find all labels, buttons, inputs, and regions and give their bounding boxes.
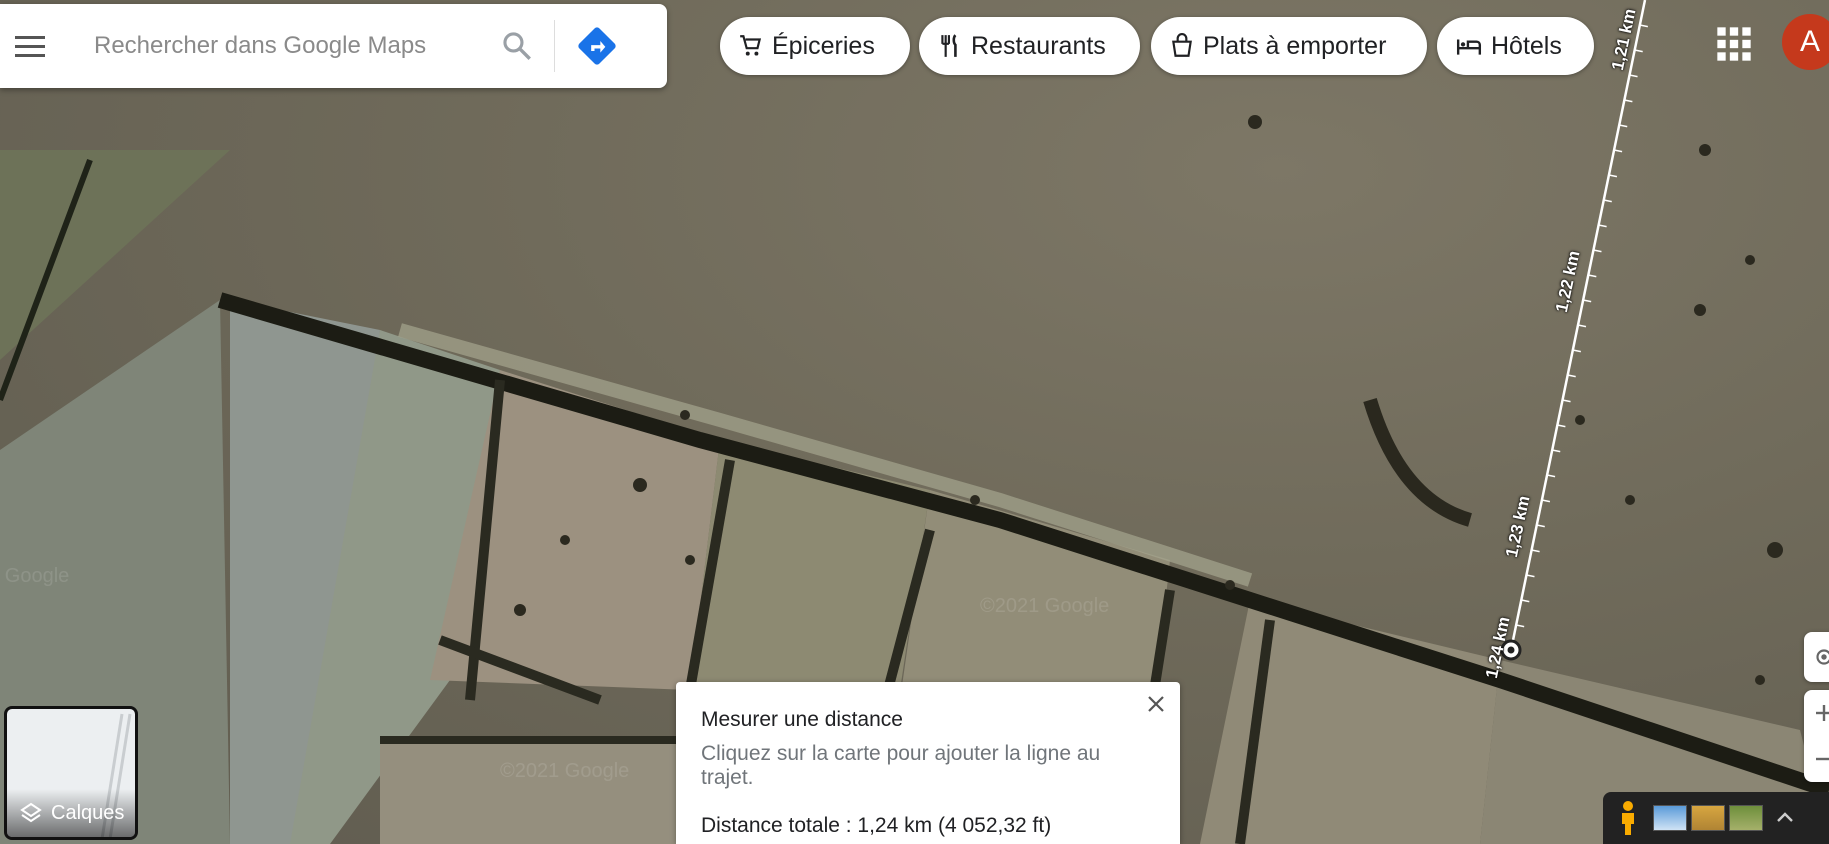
chip-label: Épiceries — [772, 31, 875, 60]
minus-icon — [1816, 757, 1829, 761]
chip-hotels[interactable]: Hôtels — [1437, 17, 1594, 75]
layers-text: Calques — [51, 801, 125, 824]
pegman-icon — [1622, 801, 1634, 835]
chip-label: Hôtels — [1491, 31, 1562, 60]
search-button[interactable] — [486, 4, 548, 88]
hamburger-icon — [15, 36, 45, 57]
map-watermark-1: ©2021 Google — [0, 565, 70, 587]
my-location-button[interactable] — [1804, 632, 1829, 682]
close-button[interactable] — [1140, 688, 1172, 720]
chip-groceries[interactable]: Épiceries — [720, 17, 910, 75]
layers-button[interactable]: Calques — [4, 706, 138, 840]
menu-button[interactable] — [0, 4, 60, 88]
imagery-thumb-2[interactable] — [1691, 805, 1725, 831]
chevron-up-icon[interactable] — [1773, 806, 1797, 830]
chip-restaurants[interactable]: Restaurants — [919, 17, 1140, 75]
divider — [554, 20, 555, 72]
zoom-in-button[interactable] — [1813, 690, 1829, 736]
layers-icon — [20, 802, 42, 823]
cart-icon — [740, 35, 762, 56]
measure-distance-card: Mesurer une distance Cliquez sur la cart… — [676, 682, 1180, 844]
measure-hint: Cliquez sur la carte pour ajouter la lig… — [701, 742, 1101, 789]
fork-knife-icon — [941, 34, 957, 57]
location-target-icon — [1816, 649, 1829, 665]
chip-takeout[interactable]: Plats à emporter — [1151, 17, 1427, 75]
search-icon — [503, 32, 531, 60]
search-input[interactable] — [92, 31, 486, 61]
bed-icon — [1456, 39, 1482, 55]
zoom-controls — [1804, 690, 1829, 782]
close-icon — [1148, 696, 1164, 712]
measure-title: Mesurer une distance — [701, 708, 903, 731]
directions-icon — [578, 27, 616, 65]
layers-label: Calques — [7, 789, 135, 837]
directions-button[interactable] — [561, 4, 633, 88]
imagery-thumb-1[interactable] — [1653, 805, 1687, 831]
apps-grid-icon[interactable] — [1714, 24, 1754, 64]
imagery-thumb-3[interactable] — [1729, 805, 1763, 831]
takeout-bag-icon — [1172, 33, 1192, 57]
plus-icon — [1816, 705, 1829, 721]
search-box — [0, 4, 667, 88]
street-view-bar — [1603, 792, 1829, 844]
pegman-button[interactable] — [1603, 792, 1653, 844]
map-watermark-2: ©2021 Google — [980, 595, 1110, 617]
zoom-out-button[interactable] — [1813, 736, 1829, 782]
account-avatar[interactable]: A — [1782, 14, 1829, 70]
chip-label: Restaurants — [971, 31, 1106, 60]
chip-label: Plats à emporter — [1203, 31, 1387, 60]
measure-total-distance: Distance totale : 1,24 km (4 052,32 ft) — [701, 814, 1052, 837]
map-watermark-3: ©2021 Google — [500, 760, 630, 782]
